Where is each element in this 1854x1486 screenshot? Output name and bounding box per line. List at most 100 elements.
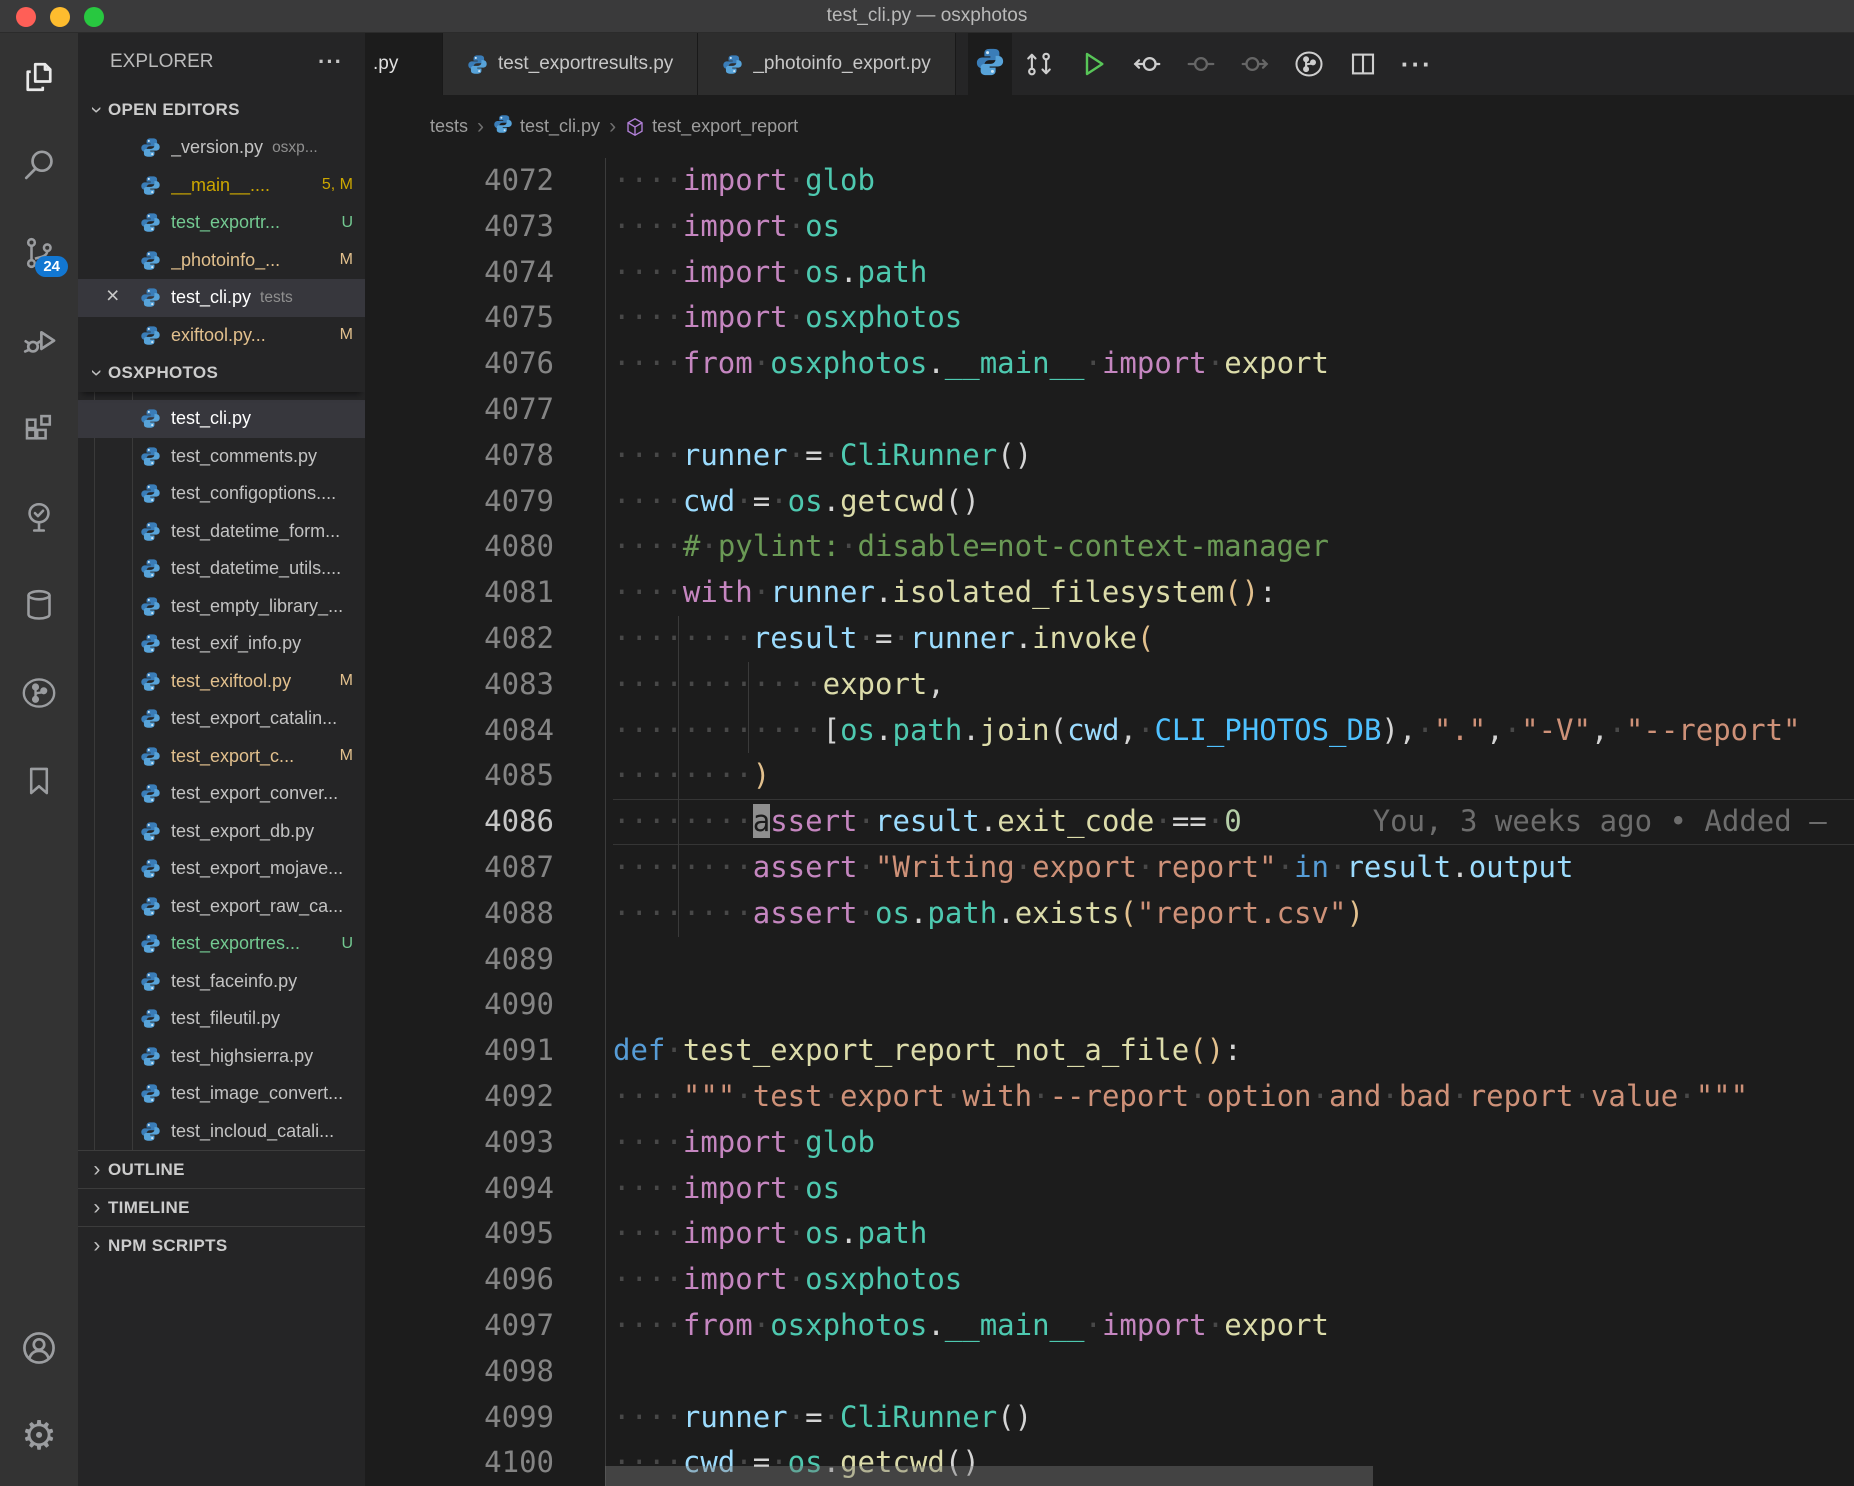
code-line-4092[interactable]: ····"""·test·export·with·--report·option… [613,1074,1854,1120]
code-line-4084[interactable]: ············[os.path.join(cwd,·CLI_PHOTO… [613,708,1854,754]
zoom-window-button[interactable] [84,7,104,27]
tree-item-test_fileutil-py[interactable]: test_fileutil.py [78,1000,365,1038]
python-interpreter-block[interactable] [968,33,1012,95]
tree-item-test_faceinfo-py[interactable]: test_faceinfo.py [78,963,365,1001]
code-line-4086[interactable]: ········assert·result.exit_code·==·0You,… [613,799,1854,845]
code-line-4075[interactable]: ····import·osxphotos [613,295,1854,341]
open-editor-item-__main__[interactable]: __main__....5, M [78,167,365,205]
code-line-4089[interactable] [613,937,1854,983]
tab-test_exportresults-py[interactable]: test_exportresults.py [443,33,698,95]
code-line-4087[interactable]: ········assert·"Writing·export·report"·i… [613,845,1854,891]
more-actions-icon[interactable] [1390,49,1444,80]
code-line-4098[interactable] [613,1349,1854,1395]
bookmarks-icon[interactable] [0,737,78,825]
outline-section-header[interactable]: OUTLINE [78,1150,365,1188]
tree-item-test_exif_info-py[interactable]: test_exif_info.py [78,625,365,663]
account-icon[interactable] [0,1304,78,1392]
code-line-4085[interactable]: ········) [613,753,1854,799]
project-section-header[interactable]: OSXPHOTOS [78,354,365,392]
code-lines[interactable]: ····import·glob····import·os····import·o… [605,158,1854,1486]
close-icon[interactable] [106,282,119,309]
tree-item-test_exiftool-py[interactable]: test_exiftool.pyM [78,663,365,701]
code-line-4094[interactable]: ····import·os [613,1166,1854,1212]
code-line-4093[interactable]: ····import·glob [613,1120,1854,1166]
code-token: import [683,255,788,289]
tree-item-test_incloud_catali[interactable]: test_incloud_catali... [78,1113,365,1151]
tree-item-test_comments-py[interactable]: test_comments.py [78,438,365,476]
code-line-4072[interactable]: ····import·glob [613,158,1854,204]
open-editor-item-test_exportr[interactable]: test_exportr...U [78,204,365,242]
tree-item-test_export_db-py[interactable]: test_export_db.py [78,813,365,851]
close-window-button[interactable] [16,7,36,27]
code-line-4074[interactable]: ····import·os.path [613,250,1854,296]
code-line-4097[interactable]: ····from·osxphotos.__main__·import·expor… [613,1303,1854,1349]
explorer-icon[interactable] [0,33,78,121]
tab-py[interactable]: .py [365,33,443,95]
code-line-4080[interactable]: ····#·pylint:·disable=not-context-manage… [613,524,1854,570]
extensions-icon[interactable] [0,385,78,473]
line-number: 4092 [365,1074,554,1120]
tree-item-test_empty_library_[interactable]: test_empty_library_... [78,588,365,626]
code-editor[interactable]: 4072407340744075407640774078407940804081… [365,158,1854,1486]
settings-gear-icon[interactable]: ⚙ [0,1392,78,1480]
open-editor-item-exiftool-py[interactable]: exiftool.py...M [78,317,365,355]
code-line-4090[interactable] [613,982,1854,1028]
code-line-4078[interactable]: ····runner·=·CliRunner() [613,433,1854,479]
breadcrumb-file[interactable]: test_cli.py [493,114,600,139]
code-line-4095[interactable]: ····import·os.path [613,1211,1854,1257]
tree-item-test_configoptions[interactable]: test_configoptions.... [78,475,365,513]
code-token: · [823,438,840,472]
compare-changes-icon[interactable] [1012,49,1066,79]
sidebar-more-actions-icon[interactable] [318,49,343,75]
tree-item-test_highsierra-py[interactable]: test_highsierra.py [78,1038,365,1076]
tree-item-test_export_c[interactable]: test_export_c...M [78,738,365,776]
code-line-4076[interactable]: ····from·osxphotos.__main__·import·expor… [613,341,1854,387]
open-editors-header[interactable]: OPEN EDITORS [78,91,365,129]
code-line-4091[interactable]: def·test_export_report_not_a_file(): [613,1028,1854,1074]
code-line-4081[interactable]: ····with·runner.isolated_filesystem(): [613,570,1854,616]
split-editor-icon[interactable] [1336,49,1390,79]
horizontal-scrollbar[interactable] [605,1466,1373,1486]
file-name: _version.py [171,137,263,158]
database-icon[interactable] [0,561,78,649]
current-change-icon[interactable] [1174,48,1228,80]
code-token: """·test·export·with·--report·option·and… [683,1079,1748,1113]
code-line-4082[interactable]: ········result·=·runner.invoke( [613,616,1854,662]
code-line-4079[interactable]: ····cwd·=·os.getcwd() [613,479,1854,525]
gitlens-icon[interactable] [0,649,78,737]
python-file-icon [140,596,161,617]
open-editor-item-test_cli-py[interactable]: test_cli.pytests [78,279,365,317]
python-file-icon [140,896,161,917]
code-line-4073[interactable]: ····import·os [613,204,1854,250]
breadcrumb-tests[interactable]: tests [430,116,468,137]
tree-item-test_export_conver[interactable]: test_export_conver... [78,775,365,813]
open-editor-item-_version-py[interactable]: _version.pyosxp... [78,129,365,167]
search-icon[interactable] [0,121,78,209]
code-line-4083[interactable]: ············export, [613,662,1854,708]
tree-item-test_export_mojave[interactable]: test_export_mojave... [78,850,365,888]
code-line-4088[interactable]: ········assert·os.path.exists("report.cs… [613,891,1854,937]
code-line-4077[interactable] [613,387,1854,433]
code-line-4096[interactable]: ····import·osxphotos [613,1257,1854,1303]
gitlens-toolbar-icon[interactable] [1282,48,1336,80]
tree-item-test_datetime_utils[interactable]: test_datetime_utils.... [78,550,365,588]
tree-item-test_datetime_form[interactable]: test_datetime_form... [78,513,365,551]
breadcrumb-symbol[interactable]: test_export_report [625,116,798,137]
tree-item-test_cli-py[interactable]: test_cli.py [78,400,365,438]
test-explorer-icon[interactable] [0,473,78,561]
tab-_photoinfo_export-py[interactable]: _photoinfo_export.py [698,33,955,95]
minimize-window-button[interactable] [50,7,70,27]
timeline-section-header[interactable]: TIMELINE [78,1188,365,1226]
source-control-icon[interactable]: 24 [0,209,78,297]
tree-item-test_exportres[interactable]: test_exportres...U [78,925,365,963]
run-python-file-icon[interactable] [1066,48,1120,80]
npm-scripts-section-header[interactable]: NPM SCRIPTS [78,1226,365,1264]
previous-change-icon[interactable] [1120,48,1174,80]
tree-item-test_export_raw_ca[interactable]: test_export_raw_ca... [78,888,365,926]
tree-item-test_export_catalin[interactable]: test_export_catalin... [78,700,365,738]
open-editor-item-_photoinfo_[interactable]: _photoinfo_...M [78,242,365,280]
tree-item-test_image_convert[interactable]: test_image_convert... [78,1075,365,1113]
run-debug-icon[interactable] [0,297,78,385]
next-change-icon[interactable] [1228,48,1282,80]
code-line-4099[interactable]: ····runner·=·CliRunner() [613,1395,1854,1441]
